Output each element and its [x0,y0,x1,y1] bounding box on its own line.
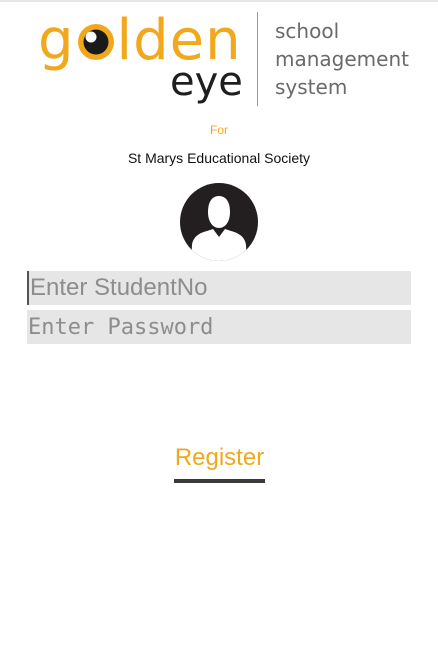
logo-divider [257,12,258,106]
tagline-line-2: management [275,47,409,71]
tagline-line-3: system [275,75,348,99]
tagline-line-1: school [275,19,340,43]
logo-letter-g: g [38,8,75,73]
password-input[interactable] [27,310,411,344]
eye-icon [77,10,115,60]
golden-eye-logo: g lden eye school management system [38,8,409,108]
user-avatar-icon [179,182,259,262]
student-number-input[interactable] [27,271,411,305]
logo-eye-text: eye [170,59,243,105]
register-underline [174,479,265,483]
status-edge [0,0,438,2]
society-name: St Marys Educational Society [127,150,311,166]
for-label: For [210,123,228,137]
register-button[interactable]: Register [174,433,265,483]
logo-tagline: school management system [275,17,409,101]
login-screen: g lden eye school management system For … [0,0,438,666]
